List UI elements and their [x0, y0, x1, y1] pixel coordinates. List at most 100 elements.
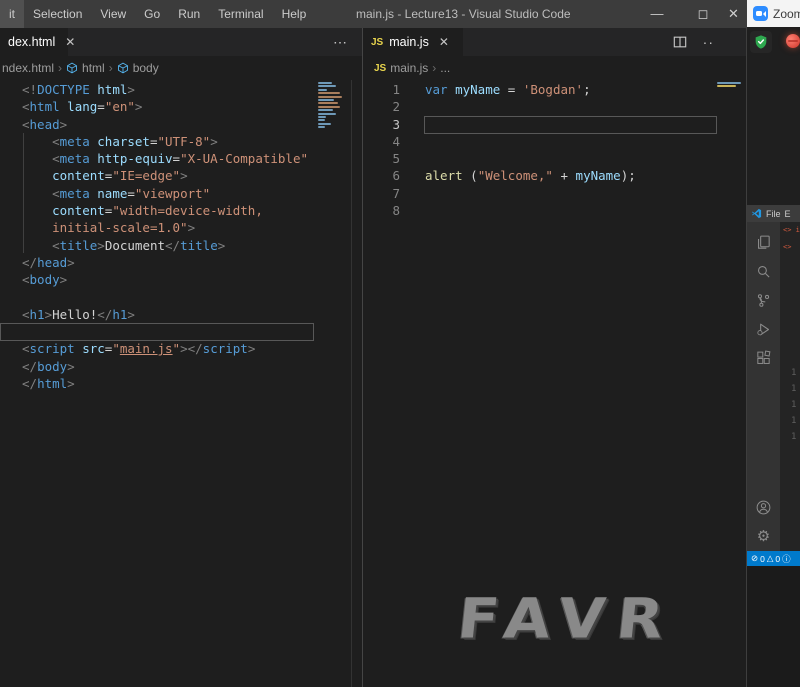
- breadcrumb-left: ndex.html › html › body: [2, 56, 360, 80]
- tab-close-icon[interactable]: ✕: [439, 35, 449, 49]
- line-number: 2: [392, 99, 400, 115]
- zoom-camera-icon: [753, 6, 768, 21]
- errors-icon: ⊘: [751, 553, 759, 563]
- code-line[interactable]: <meta charset="UTF-8">: [22, 133, 314, 150]
- code-line[interactable]: [22, 289, 314, 306]
- second-titlebar: File E: [747, 205, 800, 222]
- vscode-second-window[interactable]: File E ⚙ <> i <> 11111 ⊘ 0 △ 0 ⓘ: [747, 205, 800, 566]
- titlebar: it Selection View Go Run Terminal Help main.js…: [0, 0, 746, 28]
- code-line[interactable]: initial-scale=1.0">: [22, 219, 314, 236]
- more-actions-icon[interactable]: ⋯: [333, 34, 348, 51]
- tab-close-icon[interactable]: ✕: [65, 35, 75, 49]
- search-icon[interactable]: [747, 257, 780, 286]
- breadcrumb-right: JS main.js › ...: [374, 56, 734, 80]
- editor-actions-left: ⋯: [333, 28, 348, 56]
- code-line[interactable]: [425, 202, 715, 219]
- more-actions-icon[interactable]: ··: [703, 34, 714, 50]
- editor-main-js[interactable]: var myName = 'Bogdan'; alert ("Welcome,"…: [425, 81, 715, 219]
- js-file-icon: JS: [371, 36, 384, 48]
- split-editor-icon[interactable]: [673, 35, 687, 49]
- menu-file[interactable]: File: [766, 209, 781, 219]
- code-line[interactable]: content="width=device-width,: [22, 202, 314, 219]
- menu-item-it[interactable]: it: [0, 0, 24, 28]
- code-line[interactable]: <html lang="en">: [22, 98, 314, 115]
- file-item-html[interactable]: <> i: [780, 222, 800, 239]
- code-line[interactable]: content="IE=edge">: [22, 167, 314, 184]
- js-file-icon: JS: [374, 62, 387, 74]
- zoom-label: Zoom: [773, 6, 800, 21]
- code-line[interactable]: <body>: [22, 271, 314, 288]
- breadcrumb-file[interactable]: main.js: [390, 61, 428, 75]
- maximize-button[interactable]: ◻: [680, 0, 726, 28]
- breadcrumb-body[interactable]: body: [133, 61, 159, 75]
- recording-dot-icon[interactable]: [786, 34, 800, 48]
- second-sidebar: <> i <>: [780, 222, 800, 551]
- tab-label: dex.html: [8, 35, 56, 49]
- file-item-html[interactable]: <>: [780, 239, 800, 256]
- code-line[interactable]: <!DOCTYPE html>: [22, 81, 314, 98]
- breadcrumb-separator-icon: ›: [108, 61, 113, 75]
- menu-item-run[interactable]: Run: [169, 0, 209, 28]
- code-line[interactable]: </html>: [22, 375, 314, 392]
- code-line[interactable]: [425, 98, 715, 115]
- tray-area: [747, 27, 800, 205]
- explorer-icon[interactable]: [747, 228, 780, 257]
- settings-gear-icon[interactable]: ⚙: [747, 522, 780, 551]
- zoom-taskbar-item[interactable]: Zoom: [747, 0, 800, 27]
- warnings-icon: △: [766, 553, 774, 563]
- breadcrumb-html[interactable]: html: [82, 61, 105, 75]
- run-debug-icon[interactable]: [747, 315, 780, 344]
- code-line[interactable]: [425, 185, 715, 202]
- menu-item-help[interactable]: Help: [273, 0, 316, 28]
- code-line[interactable]: <h1>Hello!</h1>: [22, 306, 314, 323]
- code-line[interactable]: <meta http-equiv="X-UA-Compatible": [22, 150, 314, 167]
- menu-item-selection[interactable]: Selection: [24, 0, 91, 28]
- line-number: 8: [392, 203, 400, 219]
- code-line[interactable]: [425, 150, 715, 167]
- line-number: 4: [392, 133, 400, 149]
- menu-item-go[interactable]: Go: [135, 0, 169, 28]
- desktop-screen: it Selection View Go Run Terminal Help main.js…: [0, 0, 800, 687]
- menu-item-view[interactable]: View: [91, 0, 135, 28]
- vscode-logo-icon: [751, 208, 762, 219]
- activity-bar: ⚙: [747, 222, 780, 551]
- editor-index-html[interactable]: <!DOCTYPE html> <html lang="en"> <head> <m…: [22, 81, 314, 392]
- window-title: main.js - Lecture13 - Visual Studio Code: [356, 7, 571, 21]
- code-line[interactable]: <meta name="viewport": [22, 185, 314, 202]
- close-button[interactable]: ✕: [726, 0, 746, 28]
- second-statusbar[interactable]: ⊘ 0 △ 0 ⓘ: [747, 551, 800, 566]
- minimize-button[interactable]: —: [634, 0, 680, 28]
- tab-label: main.js: [389, 35, 429, 49]
- tab-main-js[interactable]: JS main.js ✕: [363, 28, 463, 56]
- extensions-icon[interactable]: [747, 344, 780, 373]
- code-line[interactable]: <title>Document</title>: [22, 237, 314, 254]
- menu-item-terminal[interactable]: Terminal: [209, 0, 272, 28]
- code-line[interactable]: var myName = 'Bogdan';: [425, 81, 715, 98]
- minimap-right[interactable]: [717, 82, 743, 89]
- code-line[interactable]: <head>: [22, 116, 314, 133]
- account-icon[interactable]: [747, 493, 780, 522]
- current-line-highlight: [424, 115, 717, 134]
- tabbar-left: dex.html ✕ ⋯: [0, 28, 362, 56]
- breadcrumb-node[interactable]: ...: [440, 61, 450, 75]
- code-line[interactable]: <script src="main.js"></script>: [22, 340, 314, 357]
- minimap-left[interactable]: [318, 82, 352, 129]
- editor-actions-right: ··: [673, 28, 714, 56]
- menu-edit-cut[interactable]: E: [785, 209, 791, 219]
- line-number: 5: [392, 151, 400, 167]
- code-line[interactable]: [425, 133, 715, 150]
- breadcrumb-separator-icon: ›: [58, 61, 63, 75]
- line-number: 1: [392, 82, 400, 97]
- breadcrumb-separator-icon: ›: [432, 61, 437, 75]
- breadcrumb-file[interactable]: ndex.html: [2, 61, 54, 75]
- code-line[interactable]: </head>: [22, 254, 314, 271]
- symbol-cube-icon: [117, 62, 129, 74]
- editor-sash[interactable]: [351, 80, 352, 687]
- tabbar-right: JS main.js ✕ ··: [363, 28, 746, 56]
- source-control-icon[interactable]: [747, 286, 780, 315]
- security-shield-icon[interactable]: [750, 31, 772, 53]
- code-line[interactable]: alert ("Welcome," + myName);: [425, 167, 715, 184]
- code-line[interactable]: </body>: [22, 358, 314, 375]
- line-number: 7: [392, 185, 400, 201]
- tab-index-html[interactable]: dex.html ✕: [0, 28, 75, 56]
